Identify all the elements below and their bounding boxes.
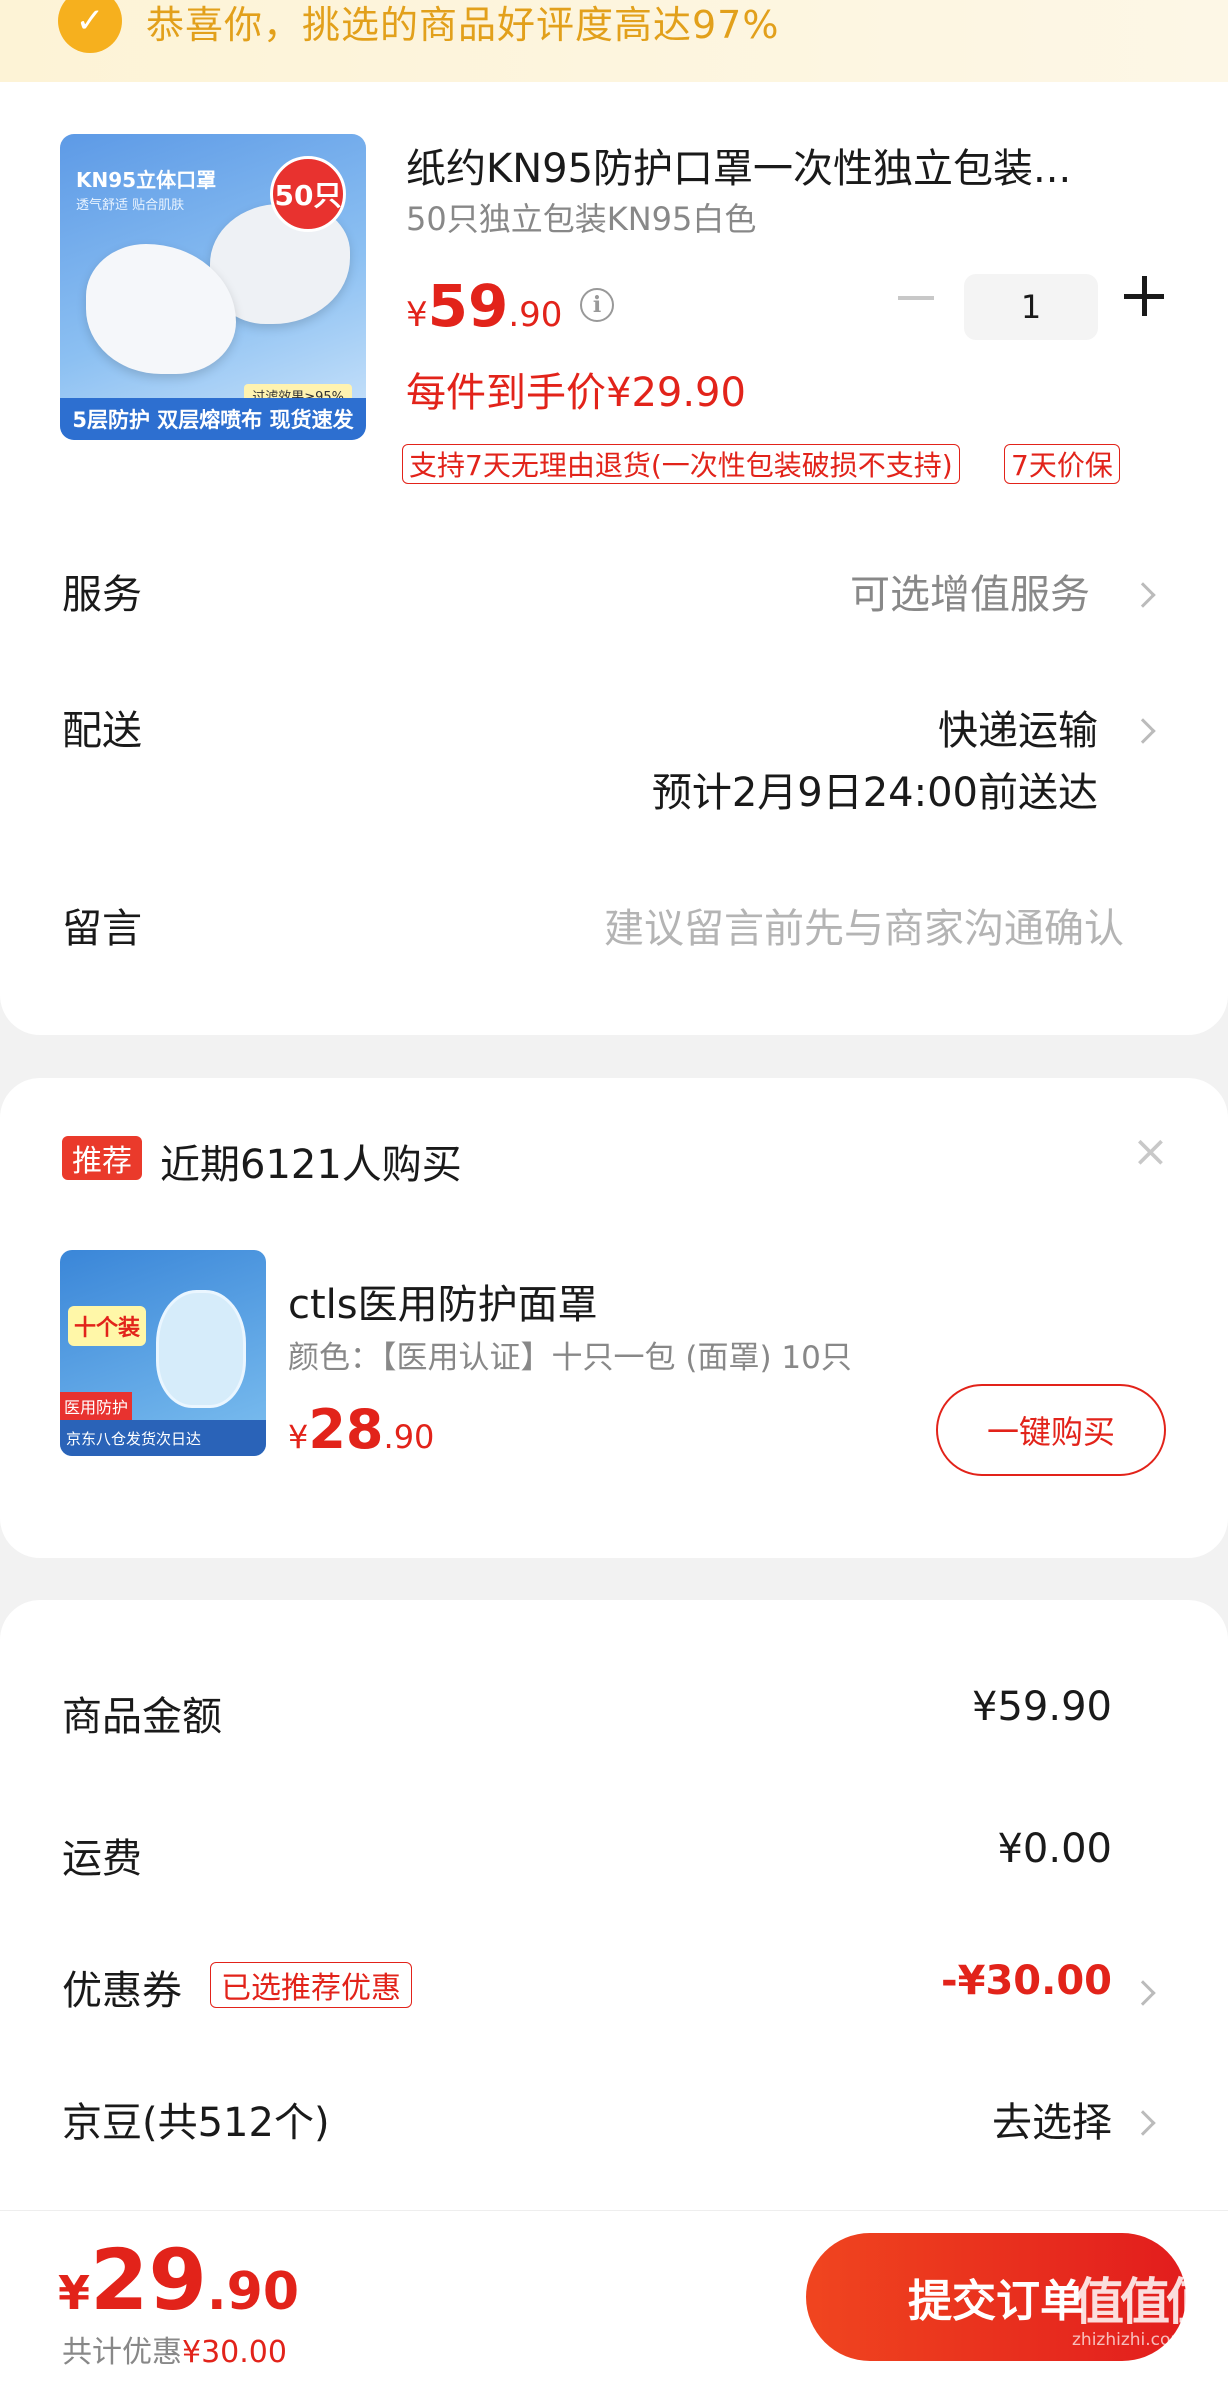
quantity-plus-button[interactable] <box>1124 276 1164 316</box>
saved-value: ¥30.00 <box>182 2335 287 2370</box>
summary-card: 商品金额 ¥59.90 运费 ¥0.00 优惠券 已选推荐优惠 -¥30.00 … <box>0 1600 1228 2240</box>
saved-label: 共计优惠 <box>62 2335 182 2370</box>
quantity-minus-button[interactable] <box>898 296 934 300</box>
product-image[interactable]: KN95立体口罩 透气舒适 贴合肌肤 50只 过滤效果≥95% 5层防护 双层熔… <box>60 134 366 440</box>
praise-banner: ✓ 恭喜你，挑选的商品好评度高达97% <box>0 0 1228 82</box>
banner-text: 恭喜你，挑选的商品好评度高达97% <box>146 2 780 47</box>
delivery-value[interactable]: 快递运输 <box>938 698 1098 756</box>
service-label: 服务 <box>62 572 142 618</box>
message-input[interactable]: 建议留言前先与商家沟通确认 <box>604 896 1124 954</box>
total-price: ¥ 29 .90 <box>58 2231 299 2329</box>
price-integer: 28 <box>308 1398 384 1461</box>
return-policy-tag: 支持7天无理由退货(一次性包装破损不支持) <box>402 444 960 484</box>
recommend-tag: 推荐 <box>62 1136 142 1180</box>
delivery-label: 配送 <box>62 708 142 754</box>
product-image-badge: 50只 <box>270 156 346 232</box>
coupon-label: 优惠券 <box>62 1968 182 2014</box>
price-symbol: ¥ <box>288 1418 309 1456</box>
rec-image-bottom: 京东八仓发货次日达 <box>60 1420 266 1456</box>
shipping-value: ¥0.00 <box>997 1826 1112 1872</box>
product-image-bottom: 5层防护 双层熔喷布 现货速发 <box>60 398 366 440</box>
message-label: 留言 <box>62 906 142 952</box>
recommend-product-image[interactable]: 十个装 医用防护 京东八仓发货次日达 <box>60 1250 266 1456</box>
quantity-input[interactable]: 1 <box>964 274 1098 340</box>
chevron-right-icon[interactable] <box>1130 718 1156 744</box>
recommendation-card: 推荐 近期6121人购买 × 十个装 医用防护 京东八仓发货次日达 ctls医用… <box>0 1078 1228 1558</box>
goods-amount-label: 商品金额 <box>62 1694 222 1740</box>
coupon-chip: 已选推荐优惠 <box>210 1962 412 2008</box>
product-image-title: KN95立体口罩 <box>76 168 217 192</box>
one-click-buy-button[interactable]: 一键购买 <box>936 1384 1166 1476</box>
jd-beans-label: 京豆(共512个) <box>62 2100 330 2146</box>
product-image-sub: 透气舒适 贴合肌肤 <box>76 198 185 213</box>
price-decimal: .90 <box>383 1418 435 1456</box>
rec-image-tag: 十个装 <box>68 1306 147 1346</box>
watermark-logo: 值值值 <box>1074 2273 1216 2331</box>
service-value[interactable]: 可选增值服务 <box>850 562 1090 620</box>
close-icon[interactable]: × <box>1132 1126 1169 1177</box>
chevron-right-icon[interactable] <box>1130 1980 1156 2006</box>
goods-amount-value: ¥59.90 <box>972 1684 1112 1730</box>
price-symbol: ¥ <box>406 295 428 335</box>
shipping-label: 运费 <box>62 1836 142 1882</box>
chevron-right-icon[interactable] <box>1130 582 1156 608</box>
checkout-bar: ¥ 29 .90 共计优惠¥30.00 提交订单 <box>0 2210 1228 2381</box>
delivery-eta: 预计2月9日24:00前送达 <box>651 770 1098 816</box>
order-card: KN95立体口罩 透气舒适 贴合肌肤 50只 过滤效果≥95% 5层防护 双层熔… <box>0 82 1228 1035</box>
coupon-value[interactable]: -¥30.00 <box>941 1958 1112 2004</box>
unit-price-label: 每件到手价¥29.90 <box>406 370 746 416</box>
watermark-url: zhizhizhi.com <box>1072 2330 1187 2350</box>
price-decimal: .90 <box>206 2262 300 2322</box>
thumbs-up-icon: ✓ <box>58 0 122 53</box>
price-integer: 29 <box>90 2231 207 2329</box>
product-spec[interactable]: 50只独立包装KN95白色 <box>406 194 756 240</box>
price-symbol: ¥ <box>58 2266 91 2320</box>
price-decimal: .90 <box>508 295 563 335</box>
recommend-product-spec: 颜色：【医用认证】十只一包 (面罩) 10只 <box>288 1340 852 1376</box>
recommend-product-name[interactable]: ctls医用防护面罩 <box>288 1272 598 1330</box>
recommend-price: ¥ 28 .90 <box>288 1398 434 1461</box>
jd-beans-value[interactable]: 去选择 <box>992 2090 1112 2148</box>
price-integer: 59 <box>427 272 509 340</box>
info-icon[interactable]: i <box>580 288 614 322</box>
price-protect-tag: 7天价保 <box>1004 444 1120 484</box>
product-title[interactable]: 纸约KN95防护口罩一次性独立包装... <box>406 136 1071 194</box>
rec-image-med: 医用防护 <box>60 1392 133 1420</box>
product-price: ¥ 59 .90 <box>406 272 562 340</box>
face-shield-graphic <box>156 1290 246 1408</box>
total-saved: 共计优惠¥30.00 <box>62 2327 287 2371</box>
recommend-title: 近期6121人购买 <box>160 1142 462 1188</box>
chevron-right-icon[interactable] <box>1130 2110 1156 2136</box>
